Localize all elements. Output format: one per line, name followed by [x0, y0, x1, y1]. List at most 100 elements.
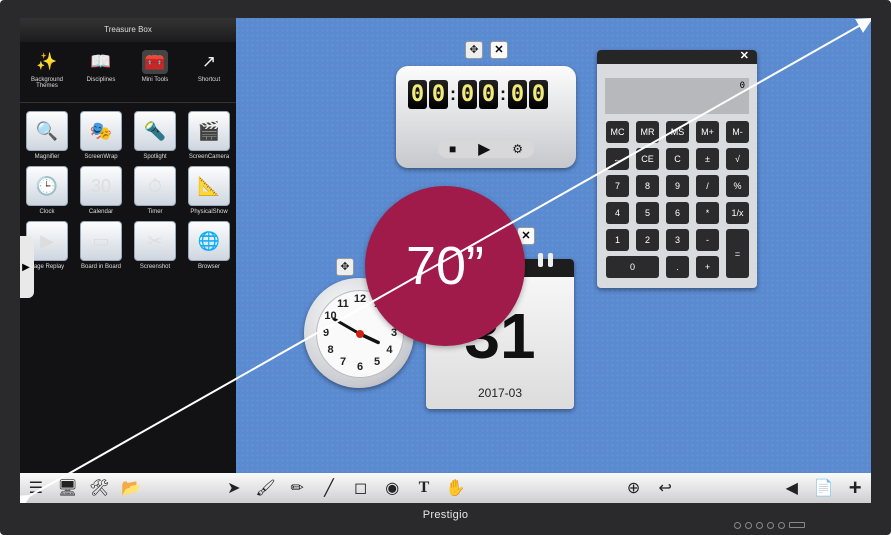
calc-key[interactable]: 4 — [606, 202, 629, 224]
calc-key[interactable]: - — [696, 229, 719, 251]
tool-screenwrap[interactable]: 🎭 ScreenWrap — [74, 111, 128, 160]
calc-key[interactable]: % — [726, 175, 749, 197]
tab-mini-tools[interactable]: 🧰 Mini Tools — [128, 42, 182, 102]
hw-button[interactable] — [734, 522, 741, 529]
select-arrow-icon[interactable]: ➤ — [222, 476, 246, 500]
desktop-icon[interactable]: 🖥 — [56, 476, 80, 500]
book-icon: 📖 — [90, 52, 112, 71]
hw-button[interactable] — [789, 522, 805, 528]
eraser-icon[interactable]: ◉ — [380, 476, 404, 500]
spotlight-icon: 🔦 — [134, 111, 176, 151]
clock-number: 8 — [327, 344, 334, 356]
clock-number: 6 — [356, 361, 364, 373]
calc-key[interactable]: √ — [726, 148, 749, 170]
brand-logo: Prestigio — [422, 509, 469, 521]
tool-board-in-board[interactable]: ▭ Board in Board — [74, 221, 128, 270]
tool-label: Magnifier — [34, 154, 60, 160]
tool-timer[interactable]: ⏱ Timer — [128, 166, 182, 215]
text-icon[interactable]: T — [412, 476, 436, 500]
timer-digit: 0 — [529, 80, 548, 109]
calc-key[interactable]: ± — [696, 148, 719, 170]
tool-label: PhysicalShow — [190, 209, 228, 215]
calc-key[interactable]: ← — [606, 148, 629, 170]
tool-spotlight[interactable]: 🔦 Spotlight — [128, 111, 182, 160]
calc-key[interactable]: M+ — [696, 121, 719, 143]
add-page-icon[interactable]: + — [843, 475, 867, 500]
tool-physicalshow[interactable]: 📐 PhysicalShow — [182, 166, 236, 215]
tool-calendar[interactable]: 30 Calendar — [74, 166, 128, 215]
lasso-icon[interactable]: ✏ — [285, 476, 309, 500]
calc-key[interactable]: 2 — [636, 229, 659, 251]
clock-number: 11 — [337, 297, 349, 310]
clock-move-icon[interactable]: ✥ — [336, 258, 354, 276]
line-icon[interactable]: ╱ — [317, 476, 341, 500]
pen-icon[interactable]: 🖌 — [254, 476, 278, 500]
gear-icon[interactable]: ⚙ — [512, 142, 523, 156]
tab-background-themes[interactable]: ✨ Background Themes — [20, 42, 74, 102]
calc-key[interactable]: 3 — [666, 229, 689, 251]
tool-label: Clock — [39, 209, 55, 215]
tool-label: Board in Board — [80, 264, 122, 270]
hw-button[interactable] — [778, 522, 785, 529]
stop-icon[interactable]: ■ — [449, 142, 456, 156]
physical-show-icon: 📐 — [188, 166, 230, 206]
calc-key[interactable]: 1 — [606, 229, 629, 251]
calc-key[interactable]: MS — [666, 121, 689, 143]
tool-magnifier[interactable]: 🔍 Magnifier — [20, 111, 74, 160]
calendar-ring — [538, 253, 543, 267]
target-icon[interactable]: ⊕ — [622, 476, 646, 500]
treasure-box-icon[interactable]: 📂 — [119, 476, 143, 500]
tool-screenshot[interactable]: ✂ Screenshot — [128, 221, 182, 270]
calc-key[interactable]: / — [696, 175, 719, 197]
calc-key[interactable]: 6 — [666, 202, 689, 224]
hand-icon[interactable]: ✋ — [444, 476, 468, 500]
clock-center — [356, 330, 364, 338]
tool-label: ScreenWrap — [84, 154, 118, 160]
calc-key[interactable]: MC — [606, 121, 629, 143]
calc-key[interactable]: = — [726, 229, 749, 278]
calc-key[interactable]: 0 — [606, 256, 659, 278]
calc-key[interactable]: + — [696, 256, 719, 278]
timer-digit: 0 — [429, 80, 448, 109]
side-collapse-tab[interactable]: ▶ — [20, 236, 34, 298]
toolbox-icon: 🧰 — [142, 50, 168, 74]
clock-number: 12 — [353, 293, 367, 305]
calc-key[interactable]: 9 — [666, 175, 689, 197]
calc-key[interactable]: . — [666, 256, 689, 278]
play-icon[interactable]: ▶ — [478, 139, 490, 159]
close-icon[interactable]: ✕ — [740, 49, 749, 62]
timer-digit: 0 — [458, 80, 477, 109]
tools-icon[interactable]: 🛠 — [87, 476, 111, 500]
calc-key[interactable]: 5 — [636, 202, 659, 224]
calc-key[interactable]: CE — [636, 148, 659, 170]
calc-key[interactable]: MR — [636, 121, 659, 143]
tab-shortcut[interactable]: ↗ Shortcut — [182, 42, 236, 102]
panel-title: Treasure Box — [20, 18, 236, 42]
timer-close-icon[interactable]: ✕ — [490, 41, 508, 59]
hw-button[interactable] — [745, 522, 752, 529]
timer-move-icon[interactable]: ✥ — [465, 41, 483, 59]
rectangle-icon[interactable]: ◻ — [349, 476, 373, 500]
timer-digits: 0 0 : 0 0 : 0 0 — [408, 80, 550, 109]
clock-number: 9 — [322, 327, 330, 339]
previous-page-icon[interactable]: ◀ — [780, 476, 804, 500]
hw-button[interactable] — [756, 522, 763, 529]
hw-button[interactable] — [767, 522, 774, 529]
page-icon[interactable]: 📄 — [812, 476, 836, 500]
menu-icon[interactable]: ☰ — [24, 476, 48, 500]
calc-key[interactable]: M- — [726, 121, 749, 143]
timer-icon: ⏱ — [134, 166, 176, 206]
tab-disciplines[interactable]: 📖 Disciplines — [74, 42, 128, 102]
tool-browser[interactable]: 🌐 Browser — [182, 221, 236, 270]
display-bezel: Treasure Box ✨ Background Themes 📖 Disci… — [0, 0, 891, 535]
tool-clock[interactable]: 🕒 Clock — [20, 166, 74, 215]
calc-key[interactable]: 7 — [606, 175, 629, 197]
tool-screencamera[interactable]: 🎬 ScreenCamera — [182, 111, 236, 160]
undo-icon[interactable]: ↩ — [653, 476, 677, 500]
calc-key[interactable]: * — [696, 202, 719, 224]
calc-key[interactable]: C — [666, 148, 689, 170]
calc-key[interactable]: 1/x — [726, 202, 749, 224]
calc-key[interactable]: 8 — [636, 175, 659, 197]
browser-icon: 🌐 — [188, 221, 230, 261]
timer-separator: : — [500, 84, 506, 104]
